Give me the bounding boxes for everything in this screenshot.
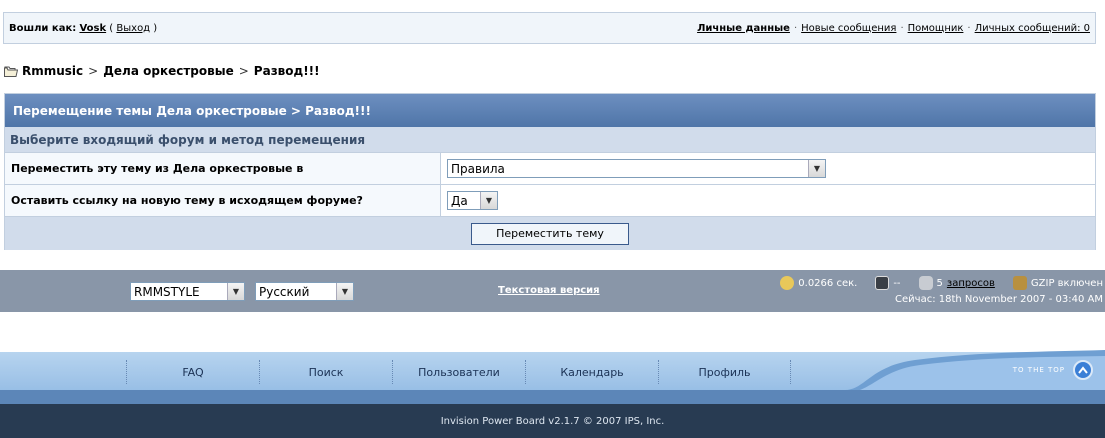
lofi-version-link[interactable]: Текстовая версия (498, 285, 600, 296)
logout-paren-open: ( (109, 22, 114, 34)
footer-link-profile[interactable]: Профиль (658, 360, 791, 384)
leave-link-select[interactable]: Да ▼ (447, 191, 498, 210)
link-separator: · (793, 22, 798, 34)
chevron-down-icon[interactable]: ▼ (808, 160, 825, 177)
footer-link-members[interactable]: Пользователи (392, 360, 525, 384)
chevron-down-icon[interactable]: ▼ (480, 192, 497, 209)
queries-count: 5 (936, 277, 943, 289)
server-load: -- (893, 277, 901, 289)
destination-forum-value: Правила (451, 161, 505, 176)
footer-link-faq[interactable]: FAQ (126, 360, 259, 384)
language-value: Русский (259, 284, 310, 299)
database-icon (918, 276, 933, 290)
queries-link[interactable]: запросов (947, 278, 995, 289)
skin-value: RMMSTYLE (134, 284, 200, 299)
breadcrumb-item-forum[interactable]: Дела оркестровые (103, 64, 234, 78)
destination-row: Переместить эту тему из Дела оркестровые… (5, 153, 1095, 185)
breadcrumb-item-topic[interactable]: Развод!!! (254, 64, 320, 78)
folder-icon (4, 66, 18, 77)
footer-stripe (0, 390, 1105, 404)
destination-label: Переместить эту тему из Дела оркестровые… (5, 153, 441, 184)
logout-link[interactable]: Выход (116, 23, 150, 34)
footer-links: FAQ Поиск Пользователи Календарь Профиль (126, 360, 791, 384)
chevron-down-icon[interactable]: ▼ (336, 283, 353, 300)
form-title: Перемещение темы Дела оркестровые > Разв… (5, 94, 1095, 127)
leave-link-row: Оставить ссылку на новую тему в исходяще… (5, 185, 1095, 217)
copyright-bar: Invision Power Board v2.1.7 © 2007 IPS, … (0, 404, 1105, 438)
breadcrumb-separator: > (88, 64, 99, 78)
leave-link-value: Да (451, 193, 468, 208)
gzip-status: GZIP включен (1030, 277, 1103, 289)
move-topic-button[interactable]: Переместить тему (471, 222, 629, 245)
breadcrumb-item-rmmusic[interactable]: Rmmusic (22, 64, 83, 78)
footer-link-search[interactable]: Поиск (259, 360, 392, 384)
leave-link-label: Оставить ссылку на новую тему в исходяще… (5, 185, 441, 216)
destination-forum-select[interactable]: Правила ▼ (447, 159, 826, 178)
skin-select[interactable]: RMMSTYLE ▼ (130, 282, 245, 301)
breadcrumb-separator: > (238, 64, 249, 78)
username-link[interactable]: Vosk (79, 23, 106, 34)
new-posts-link[interactable]: Новые сообщения (801, 23, 896, 34)
clock-icon (780, 276, 795, 290)
user-links: Личные данные · Новые сообщения · Помощн… (697, 23, 1090, 34)
move-topic-form: Перемещение темы Дела оркестровые > Разв… (4, 93, 1096, 250)
style-bar: RMMSTYLE ▼ Русский ▼ Текстовая версия 0.… (0, 270, 1105, 312)
logged-in-prefix: Вошли как: (9, 22, 77, 34)
logged-in-info: Вошли как: Vosk ( Выход ) (9, 23, 157, 34)
footer-nav: FAQ Поиск Пользователи Календарь Профиль… (0, 350, 1105, 404)
to-top-link[interactable]: TO THE TOP (1013, 360, 1093, 380)
leave-link-field-cell: Да ▼ (441, 185, 1095, 216)
messages-link[interactable]: Личных сообщений: 0 (975, 23, 1090, 34)
language-select[interactable]: Русский ▼ (255, 282, 354, 301)
link-separator: · (967, 22, 971, 34)
debug-stats: 0.0266 сек. -- 5 запросов GZIP включен (780, 276, 1103, 290)
logout-paren-close: ) (153, 22, 158, 34)
chevron-down-icon[interactable]: ▼ (227, 283, 244, 300)
exec-time: 0.0266 сек. (798, 277, 858, 289)
footer-link-calendar[interactable]: Календарь (525, 360, 658, 384)
to-top-label: TO THE TOP (1012, 366, 1065, 374)
user-bar: Вошли как: Vosk ( Выход ) Личные данные … (3, 12, 1096, 44)
breadcrumb: Rmmusic > Дела оркестровые > Развод!!! (4, 64, 320, 78)
server-time: Сейчас: 18th November 2007 - 03:40 AM (895, 294, 1103, 305)
gzip-icon (1012, 276, 1027, 290)
form-actions: Переместить тему (5, 217, 1095, 250)
form-subtitle: Выберите входящий форум и метод перемеще… (5, 127, 1095, 153)
my-controls-link[interactable]: Личные данные (697, 23, 790, 34)
assistant-link[interactable]: Помощник (908, 23, 964, 34)
destination-field-cell: Правила ▼ (441, 153, 1095, 184)
link-separator: · (900, 22, 904, 34)
server-load-icon (875, 276, 890, 290)
arrow-up-icon[interactable] (1073, 360, 1093, 380)
copyright-text: Invision Power Board v2.1.7 © 2007 IPS, … (440, 415, 665, 427)
